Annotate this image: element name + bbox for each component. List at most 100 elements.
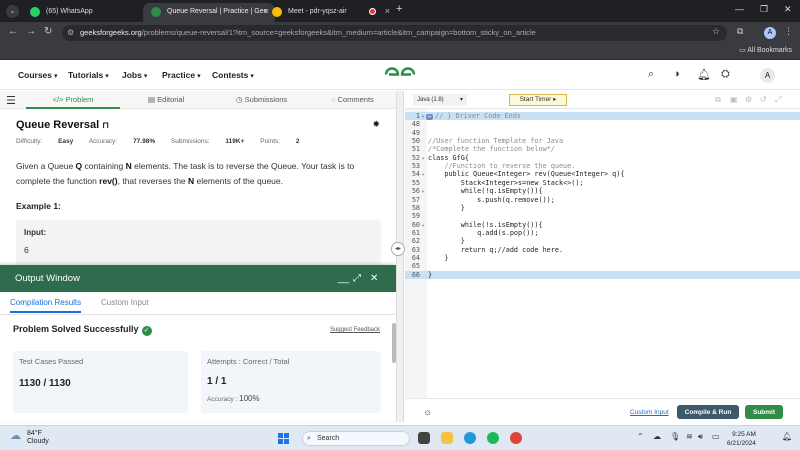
close-output-icon[interactable]: ✕ <box>370 265 378 292</box>
spotify-icon[interactable] <box>487 432 499 444</box>
tab-meet[interactable]: Meet - pdr-yqsz-air × <box>264 3 396 22</box>
close-tab-icon[interactable]: × <box>385 3 390 20</box>
code-line[interactable]: 57 s.push(q.remove()); <box>405 196 800 204</box>
wifi-icon[interactable]: ≋ <box>686 432 693 441</box>
start-timer-button[interactable]: Start Timer ▸ <box>509 94 567 106</box>
task-view-icon[interactable] <box>418 432 430 444</box>
suggest-feedback-link[interactable]: Suggest Feedback <box>330 327 380 333</box>
code-line[interactable]: 59 <box>405 212 800 220</box>
tab-custom-input[interactable]: Custom Input <box>101 298 149 307</box>
taskbar-search-input[interactable]: ⌕ Search <box>302 431 410 446</box>
copy-icon[interactable]: ⧉ <box>715 95 721 105</box>
minimize-icon[interactable]: — <box>735 4 744 14</box>
code-line[interactable]: 1▾ ↔// } Driver Code Ends <box>405 112 800 121</box>
translate-icon[interactable]: ⛭ <box>721 68 730 81</box>
tab-problem[interactable]: </> Problem <box>26 91 120 109</box>
volume-icon[interactable]: 🔊︎ <box>698 432 703 442</box>
search-icon[interactable]: ⌕ <box>648 68 654 81</box>
custom-input-link[interactable]: Custom Input <box>630 409 669 416</box>
gfg-logo[interactable] <box>383 66 417 83</box>
forward-icon[interactable]: → <box>26 26 36 37</box>
close-window-icon[interactable]: ✕ <box>784 4 792 15</box>
submit-button[interactable]: Submit <box>745 405 783 419</box>
code-line[interactable]: 58 } <box>405 204 800 212</box>
all-bookmarks-button[interactable]: ▭ All Bookmarks <box>739 46 792 54</box>
settings-icon[interactable]: ⚙ <box>745 95 752 104</box>
tab-title: Queue Reversal | Practice | Gee <box>167 8 268 15</box>
tab-editorial[interactable]: ▤ Editorial <box>148 91 184 109</box>
cloud-sync-icon[interactable]: ☁ <box>653 432 661 441</box>
code-line[interactable]: 55 Stack<Integer>s=new Stack<>(); <box>405 179 800 187</box>
back-icon[interactable]: ← <box>8 26 18 37</box>
expand-output-icon[interactable]: ⤢ <box>353 265 361 292</box>
tab-whatsapp[interactable]: (65) WhatsApp × <box>22 3 154 22</box>
tab-search-icon[interactable]: ⌄ <box>6 5 19 18</box>
reload-icon[interactable]: ↻ <box>44 26 52 37</box>
fullscreen-icon[interactable]: ▣ <box>730 95 738 104</box>
hamburger-menu-icon[interactable]: ☰ <box>6 94 16 107</box>
reset-icon[interactable]: ↺ <box>760 95 767 104</box>
code-line[interactable]: 50 //User function Template for Java <box>405 137 800 145</box>
system-clock[interactable]: 9:25 AM 6/21/2024 <box>727 430 756 448</box>
bookmark-icon[interactable]: ⊓ <box>102 120 109 130</box>
output-window: Output Window __ ⤢ ✕ Compilation Results… <box>0 265 396 422</box>
theme-toggle-icon[interactable]: ◑ <box>673 68 680 80</box>
nav-label: Practice <box>162 70 196 80</box>
bookmark-star-icon[interactable]: ☆ <box>712 26 720 37</box>
nav-jobs[interactable]: Jobs ▾ <box>122 70 147 80</box>
tab-submissions[interactable]: ◷ Submissions <box>236 91 287 109</box>
code-line[interactable]: 66} <box>405 270 800 279</box>
browser-menu-icon[interactable]: ⋮ <box>784 26 793 37</box>
nav-tutorials[interactable]: Tutorials ▾ <box>68 70 109 80</box>
file-explorer-icon[interactable] <box>441 432 453 444</box>
minimize-output-icon[interactable]: __ <box>338 265 349 292</box>
tab-compilation-results[interactable]: Compilation Results <box>10 298 82 313</box>
code-line[interactable]: 61 q.add(s.pop()); <box>405 229 800 237</box>
nav-contests[interactable]: Contests ▾ <box>212 70 254 80</box>
code-line[interactable]: 63 return q;//add code here. <box>405 246 800 254</box>
code-line[interactable]: 56▾ while(!q.isEmpty()){ <box>405 187 800 195</box>
code-line[interactable]: 48 <box>405 120 800 128</box>
code-line[interactable]: 53 //Function to reverse the queue. <box>405 162 800 170</box>
folded-region-icon[interactable]: ↔ <box>426 114 434 120</box>
profile-avatar[interactable]: A <box>764 27 776 39</box>
line-number: 66 <box>411 270 420 279</box>
panel-splitter[interactable] <box>396 91 404 422</box>
code-line[interactable]: 49 <box>405 129 800 137</box>
theme-sun-icon[interactable]: ☼ <box>423 407 432 418</box>
url-input[interactable]: ⚙ geeksforgeeks.org/problems/queue-rever… <box>62 25 727 41</box>
edge-icon[interactable] <box>464 432 476 444</box>
user-avatar[interactable]: A <box>760 68 775 83</box>
chrome-icon[interactable] <box>510 432 522 444</box>
code-line[interactable]: 65 <box>405 262 800 270</box>
report-bug-icon[interactable]: ✸ <box>372 119 380 130</box>
extensions-icon[interactable]: ⧉ <box>737 26 743 37</box>
line-number: 54 <box>411 170 420 179</box>
drag-handle-icon[interactable]: ◂▸ <box>391 242 405 256</box>
code-line[interactable]: 64 } <box>405 254 800 262</box>
site-info-icon[interactable]: ⚙ <box>67 25 74 41</box>
code-line[interactable]: 52▾ class GfG{ <box>405 154 800 162</box>
expand-editor-icon[interactable]: ⤢ <box>775 95 781 105</box>
language-select[interactable]: Java (1.8) ▾ <box>413 94 467 106</box>
windows-start-icon[interactable] <box>278 433 289 444</box>
code-line[interactable]: 60▾ while(!s.isEmpty()){ <box>405 221 800 229</box>
code-line[interactable]: 62 } <box>405 237 800 245</box>
tab-queue-reversal[interactable]: Queue Reversal | Practice | Gee × <box>143 3 275 22</box>
nav-courses[interactable]: Courses ▾ <box>18 70 58 80</box>
notification-bell-icon[interactable]: 🔔︎ <box>782 432 792 441</box>
microphone-icon[interactable]: 🎙︎ <box>670 432 680 441</box>
tab-title: (65) WhatsApp <box>46 8 93 15</box>
restore-icon[interactable]: ❐ <box>760 4 768 15</box>
code-editor[interactable]: 1▾ ↔// } Driver Code Ends 48 49 50 //User fun… <box>405 109 800 398</box>
tab-comments[interactable]: ◌ Comments <box>331 91 374 109</box>
battery-icon[interactable]: ▭ <box>712 432 720 441</box>
code-line[interactable]: 51 /*Complete the function below*/ <box>405 145 800 153</box>
nav-practice[interactable]: Practice ▾ <box>162 70 201 80</box>
show-hidden-icons[interactable]: ⌃ <box>637 432 644 441</box>
weather-widget[interactable]: ☁ 84°F Cloudy <box>10 430 49 446</box>
new-tab-button[interactable]: + <box>396 3 402 15</box>
compile-run-button[interactable]: Compile & Run <box>677 405 739 419</box>
code-line[interactable]: 54▾ public Queue<Integer> rev(Queue<Inte… <box>405 170 800 178</box>
notifications-icon[interactable]: 🔔︎ <box>697 68 711 81</box>
